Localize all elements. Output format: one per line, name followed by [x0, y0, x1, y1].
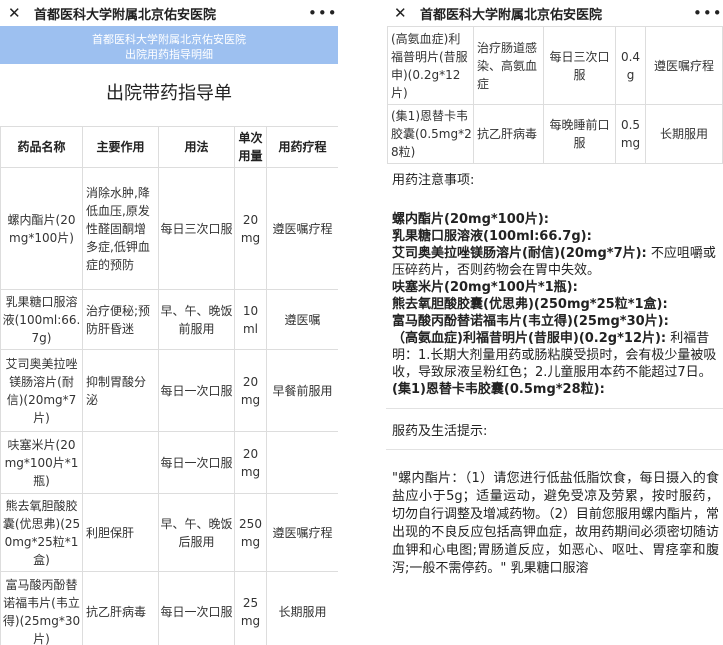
course-cell — [266, 431, 338, 494]
table-row: (高氨血症)利福普明片(昔服申)(0.2g*12片) 治疗肠道感染、高氨血症 每… — [387, 26, 723, 105]
note-drug: （高氨血症)利福昔明片(昔服申)(0.2g*12片): — [392, 331, 667, 346]
notes-heading: 用药注意事项: — [392, 173, 475, 188]
dose-cell: 25 mg — [234, 571, 267, 645]
drug-name-cell: 螺内酯片(20mg*100片) — [0, 167, 83, 290]
effect-cell: 抗乙肝病毒 — [82, 571, 159, 645]
usage-cell: 每晚睡前口服 — [543, 104, 616, 164]
note-item: (集1)恩替卡韦胶囊(0.5mg*28粒): — [392, 381, 719, 398]
dose-cell: 250 mg — [234, 493, 267, 572]
header-main-effect: 主要作用 — [82, 126, 159, 168]
course-cell: 遵医嘱疗程 — [266, 493, 338, 572]
medication-table-continued: (高氨血症)利福普明片(昔服申)(0.2g*12片) 治疗肠道感染、高氨血症 每… — [387, 26, 723, 164]
note-drug: 艾司奥美拉唑镁肠溶片(耐信)(20mg*7片): — [392, 246, 647, 261]
table-row: 富马酸丙酚替诺福韦片(韦立得)(25mg*30片) 抗乙肝病毒 每日一次口服 2… — [0, 571, 338, 645]
usage-cell: 每日一次口服 — [158, 571, 235, 645]
more-dots-icon[interactable]: ••• — [308, 4, 337, 22]
title-bar: ✕ 首都医科大学附属北京佑安医院 ••• — [0, 0, 338, 26]
drug-name-cell: 呋塞米片(20mg*100片*1瓶) — [0, 431, 83, 494]
drug-name-cell: 熊去氧胆酸胶囊(优思弗)(250mg*25粒*1盒) — [0, 493, 83, 572]
dose-cell: 0.5 mg — [615, 104, 646, 164]
usage-cell: 每日一次口服 — [158, 431, 235, 494]
table-row: 呋塞米片(20mg*100片*1瓶) 每日一次口服 20 mg — [0, 431, 338, 494]
effect-cell: 治疗便秘;预防肝昏迷 — [82, 289, 159, 350]
header-drug-name: 药品名称 — [0, 126, 83, 168]
drug-name-cell: (集1)恩替卡韦胶囊(0.5mg*28粒) — [387, 104, 474, 164]
table-row: 螺内酯片(20mg*100片) 消除水肿,降低血压,原发性醛固酮增多症,低钾血症… — [0, 167, 338, 290]
tips-body: "螺内酯片：（1）请您进行低盐低脂饮食，每日摄入的食盐应小于5g；适量运动，避免… — [392, 471, 719, 576]
medication-table: 药品名称 主要作用 用法 单次用量 用药疗程 螺内酯片(20mg*100片) 消… — [0, 126, 338, 645]
usage-cell: 每日三次口服 — [158, 167, 235, 290]
drug-name-cell: (高氨血症)利福普明片(昔服申)(0.2g*12片) — [387, 26, 474, 105]
effect-cell: 消除水肿,降低血压,原发性醛固酮增多症,低钾血症的预防 — [82, 167, 159, 290]
hospital-banner: 首都医科大学附属北京佑安医院 出院用药指导明细 — [0, 26, 338, 64]
title-bar: ✕ 首都医科大学附属北京佑安医院 ••• — [386, 0, 723, 26]
banner-hospital-name: 首都医科大学附属北京佑安医院 — [92, 33, 246, 46]
usage-cell: 每日一次口服 — [158, 349, 235, 432]
course-cell: 遵医嘱 — [266, 289, 338, 350]
table-row: (集1)恩替卡韦胶囊(0.5mg*28粒) 抗乙肝病毒 每晚睡前口服 0.5 m… — [387, 104, 723, 164]
course-cell: 长期服用 — [645, 104, 723, 164]
dose-cell: 0.4 g — [615, 26, 646, 105]
usage-cell: 每日三次口服 — [543, 26, 616, 105]
header-usage: 用法 — [158, 126, 235, 168]
dose-cell: 20 mg — [234, 349, 267, 432]
usage-cell: 早、午、晚饭后服用 — [158, 493, 235, 572]
note-drug: (集1)恩替卡韦胶囊(0.5mg*28粒): — [392, 382, 605, 397]
header-single-dose: 单次用量 — [234, 126, 267, 168]
effect-cell: 抑制胃酸分泌 — [82, 349, 159, 432]
course-cell: 遵医嘱疗程 — [645, 26, 723, 105]
note-drug: 熊去氧胆酸胶囊(优思弗)(250mg*25粒*1盒): — [392, 297, 668, 312]
table-row: 艾司奥美拉唑镁肠溶片(耐信)(20mg*7片) 抑制胃酸分泌 每日一次口服 20… — [0, 349, 338, 432]
dose-cell: 20 mg — [234, 167, 267, 290]
course-cell: 遵医嘱疗程 — [266, 167, 338, 290]
dose-cell: 20 mg — [234, 431, 267, 494]
right-screen: ✕ 首都医科大学附属北京佑安医院 ••• (高氨血症)利福普明片(昔服申)(0.… — [386, 0, 723, 645]
note-item: （高氨血症)利福昔明片(昔服申)(0.2g*12片): 利福昔明：1.长期大剂量… — [392, 330, 719, 381]
left-screen: ✕ 首都医科大学附属北京佑安医院 ••• 首都医科大学附属北京佑安医院 出院用药… — [0, 0, 338, 645]
note-drug: 螺内酯片(20mg*100片): — [392, 212, 549, 227]
drug-name-cell: 富马酸丙酚替诺福韦片(韦立得)(25mg*30片) — [0, 571, 83, 645]
note-item: 富马酸丙酚替诺福韦片(韦立得)(25mg*30片): — [392, 313, 719, 330]
banner-subtitle: 出院用药指导明细 — [125, 48, 213, 61]
window-title: 首都医科大学附属北京佑安医院 — [34, 7, 217, 23]
note-item: 艾司奥美拉唑镁肠溶片(耐信)(20mg*7片): 不应咀嚼或压碎药片，否则药物会… — [392, 245, 719, 279]
header-course: 用药疗程 — [266, 126, 338, 168]
drug-name-cell: 乳果糖口服溶液(100ml:66.7g) — [0, 289, 83, 350]
dose-cell: 10 ml — [234, 289, 267, 350]
table-row: 熊去氧胆酸胶囊(优思弗)(250mg*25粒*1盒) 利胆保肝 早、午、晚饭后服… — [0, 493, 338, 572]
effect-cell — [82, 431, 159, 494]
tips-heading: 服药及生活提示: — [392, 424, 488, 439]
close-icon[interactable]: ✕ — [394, 0, 410, 26]
note-item: 乳果糖口服溶液(100ml:66.7g): — [392, 228, 719, 245]
note-item: 螺内酯片(20mg*100片): — [392, 211, 719, 228]
note-drug: 呋塞米片(20mg*100片*1瓶): — [392, 280, 578, 295]
drug-name-cell: 艾司奥美拉唑镁肠溶片(耐信)(20mg*7片) — [0, 349, 83, 432]
table-header-row: 药品名称 主要作用 用法 单次用量 用药疗程 — [0, 126, 338, 168]
page-title: 出院带药指导单 — [106, 83, 232, 104]
course-cell: 长期服用 — [266, 571, 338, 645]
effect-cell: 治疗肠道感染、高氨血症 — [473, 26, 544, 105]
course-cell: 早餐前服用 — [266, 349, 338, 432]
close-icon[interactable]: ✕ — [8, 0, 24, 26]
note-drug: 富马酸丙酚替诺福韦片(韦立得)(25mg*30片): — [392, 314, 669, 329]
note-drug: 乳果糖口服溶液(100ml:66.7g): — [392, 229, 592, 244]
effect-cell: 抗乙肝病毒 — [473, 104, 544, 164]
effect-cell: 利胆保肝 — [82, 493, 159, 572]
note-item: 熊去氧胆酸胶囊(优思弗)(250mg*25粒*1盒): — [392, 296, 719, 313]
table-row: 乳果糖口服溶液(100ml:66.7g) 治疗便秘;预防肝昏迷 早、午、晚饭前服… — [0, 289, 338, 350]
window-title: 首都医科大学附属北京佑安医院 — [420, 7, 603, 23]
more-dots-icon[interactable]: ••• — [693, 4, 722, 22]
usage-cell: 早、午、晚饭前服用 — [158, 289, 235, 350]
note-item: 呋塞米片(20mg*100片*1瓶): — [392, 279, 719, 296]
medication-notes: 用药注意事项: 螺内酯片(20mg*100片): 乳果糖口服溶液(100ml:6… — [386, 164, 723, 398]
